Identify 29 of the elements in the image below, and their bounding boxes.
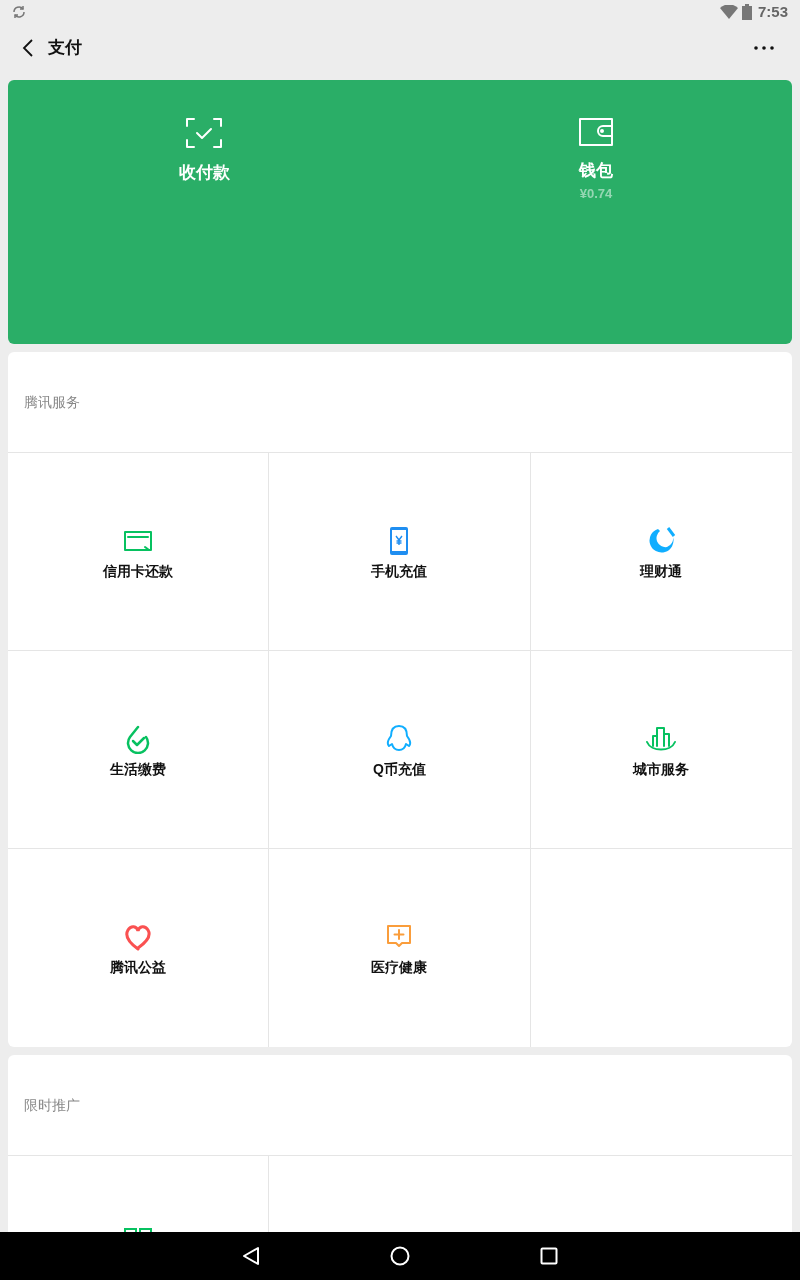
circle-icon bbox=[390, 1246, 410, 1266]
page-title: 支付 bbox=[48, 37, 82, 60]
service-tile[interactable]: 腾讯公益 bbox=[8, 849, 270, 1047]
card-icon bbox=[123, 529, 154, 553]
service-tile[interactable]: 信用卡还款 bbox=[8, 453, 270, 651]
sync-icon bbox=[12, 5, 26, 19]
service-tile[interactable]: 城市服务 bbox=[530, 651, 792, 849]
phone-icon bbox=[389, 526, 410, 556]
battery-icon bbox=[741, 4, 752, 20]
triangle-icon bbox=[242, 1246, 260, 1266]
clock-time: 7:53 bbox=[757, 1, 788, 22]
service-tile[interactable]: 手机充值 bbox=[269, 453, 531, 651]
wallet-balance: ¥0.74 bbox=[579, 184, 613, 203]
section-title: 限时推广 bbox=[24, 1095, 80, 1115]
nav-back-button[interactable] bbox=[242, 1246, 260, 1266]
service-tile[interactable]: Q币充值 bbox=[269, 651, 531, 849]
back-icon bbox=[22, 38, 34, 58]
more-icon bbox=[754, 46, 774, 50]
scan-check-icon bbox=[186, 118, 222, 148]
section-title: 腾讯服务 bbox=[24, 392, 80, 412]
service-tile[interactable]: 生活缴费 bbox=[8, 651, 270, 849]
wifi-icon bbox=[719, 5, 738, 19]
home-button[interactable] bbox=[390, 1246, 410, 1266]
square-icon bbox=[540, 1247, 558, 1265]
wallet-icon bbox=[579, 118, 613, 146]
service-tile[interactable]: 理财通 bbox=[530, 453, 792, 651]
penguin-icon bbox=[385, 724, 414, 754]
service-tile[interactable]: 医疗健康 bbox=[269, 849, 531, 1047]
recents-button[interactable] bbox=[540, 1247, 558, 1265]
